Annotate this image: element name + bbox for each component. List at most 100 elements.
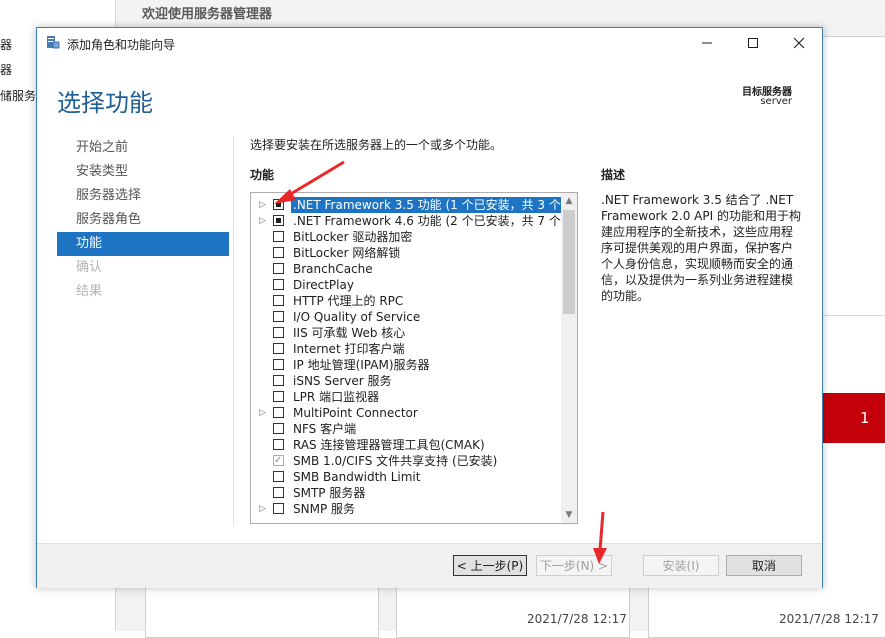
feature-row[interactable]: BitLocker 网络解锁 [251,245,559,261]
feature-checkbox[interactable] [273,439,284,450]
feature-row[interactable]: ▷ SNMP 服务 [251,501,559,517]
nav-step-features[interactable]: 功能 [57,232,229,256]
maximize-icon [748,38,758,48]
feature-checkbox[interactable] [273,343,284,354]
maximize-button[interactable] [730,28,776,58]
feature-label: SMB 1.0/CIFS 文件共享支持 (已安装) [293,454,498,468]
install-button[interactable]: 安装(I) [643,555,719,576]
feature-label: I/O Quality of Service [293,310,421,324]
minimize-button[interactable] [684,28,730,58]
feature-row[interactable]: IP 地址管理(IPAM)服务器 [251,357,559,373]
feature-row[interactable]: BitLocker 驱动器加密 [251,229,559,245]
sidebar-item-3[interactable]: 储服务 [0,87,36,104]
feature-checkbox[interactable] [273,375,284,386]
welcome-title: 欢迎使用服务器管理器 [142,7,273,22]
feature-row[interactable]: IIS 可承载 Web 核心 [251,325,559,341]
features-list[interactable]: ▷ .NET Framework 3.5 功能 (1 个已安装，共 3 个) ▷ .N… [250,192,578,524]
instruction-text: 选择要安装在所选服务器上的一个或多个功能。 [250,138,503,152]
feature-row[interactable]: NFS 客户端 [251,421,559,437]
feature-row[interactable]: SMTP 服务器 [251,485,559,501]
feature-label: HTTP 代理上的 RPC [293,294,404,308]
feature-checkbox[interactable] [273,263,284,274]
feature-label: IP 地址管理(IPAM)服务器 [293,358,430,372]
feature-row[interactable]: I/O Quality of Service [251,309,559,325]
feature-label: BranchCache [293,262,373,276]
expand-arrow-icon[interactable]: ▷ [259,213,269,229]
feature-row[interactable]: HTTP 代理上的 RPC [251,293,559,309]
feature-checkbox[interactable] [273,279,284,290]
feature-checkbox[interactable] [273,503,284,514]
feature-checkbox[interactable] [273,215,284,226]
cancel-button[interactable]: 取消 [726,555,802,576]
close-button[interactable] [776,28,822,58]
feature-row[interactable]: SMB 1.0/CIFS 文件共享支持 (已安装) [251,453,559,469]
nav-step-server-roles[interactable]: 服务器角色 [57,208,229,232]
feature-label: MultiPoint Connector [293,406,418,420]
nav-step-before-you-begin[interactable]: 开始之前 [57,136,229,160]
expand-arrow-icon[interactable]: ▷ [259,405,269,421]
feature-checkbox[interactable] [273,453,284,469]
feature-checkbox[interactable] [273,247,284,258]
page-heading: 选择功能 [57,89,153,117]
feature-row[interactable]: SMB Bandwidth Limit [251,469,559,485]
timestamp: 2021/7/28 12:17 [527,612,627,626]
annotation-arrow-icon [593,511,607,564]
nav-step-server-selection[interactable]: 服务器选择 [57,184,229,208]
feature-label: iSNS Server 服务 [293,374,392,388]
previous-button[interactable]: < 上一步(P) [453,555,527,576]
scroll-down-icon[interactable]: ▼ [561,507,577,523]
feature-checkbox[interactable] [273,295,284,306]
dialog-footer: < 上一步(P) 下一步(N) > 安装(I) 取消 [37,543,822,588]
feature-row[interactable]: ▷ MultiPoint Connector [251,405,559,421]
description-text: .NET Framework 3.5 结合了 .NET Framework 2.… [601,193,801,303]
feature-label: BitLocker 驱动器加密 [293,230,413,244]
alert-count: 1 [860,409,870,427]
feature-checkbox[interactable] [273,231,284,242]
feature-checkbox[interactable] [273,487,284,498]
feature-label: RAS 连接管理器管理工具包(CMAK) [293,438,485,452]
nav-divider [233,136,234,526]
feature-row[interactable]: iSNS Server 服务 [251,373,559,389]
nav-step-results: 结果 [76,284,103,299]
feature-row[interactable]: ▷ .NET Framework 4.6 功能 (2 个已安装，共 7 个) [251,213,566,229]
feature-row[interactable]: BranchCache [251,261,559,277]
sidebar-item-1[interactable]: 器 [0,36,12,53]
feature-label: Internet 打印客户端 [293,342,405,356]
feature-label: BitLocker 网络解锁 [293,246,401,260]
scroll-thumb[interactable] [563,210,575,314]
add-roles-features-wizard: 添加角色和功能向导 选择功能 目标服务器 server 开始之前 安装类型 服务… [36,27,823,588]
feature-checkbox[interactable] [273,471,284,482]
feature-row[interactable]: DirectPlay [251,277,559,293]
features-tree: ▷ .NET Framework 3.5 功能 (1 个已安装，共 3 个) ▷ .N… [251,197,568,517]
annotation-arrow-icon [274,160,345,204]
feature-label: DirectPlay [293,278,354,292]
feature-checkbox[interactable] [273,407,284,418]
minimize-icon [702,42,712,44]
alert-count-badge[interactable]: 1 [822,393,885,443]
nav-step-confirmation: 确认 [76,260,103,275]
nav-step-installation-type[interactable]: 安装类型 [57,160,229,184]
expand-arrow-icon[interactable]: ▷ [259,197,269,213]
welcome-header: 欢迎使用服务器管理器 [116,0,885,25]
feature-row[interactable]: RAS 连接管理器管理工具包(CMAK) [251,437,559,453]
features-scrollbar[interactable]: ▲ ▼ [561,193,577,523]
title-bar[interactable]: 添加角色和功能向导 [37,28,822,58]
target-server-value: server [760,96,792,107]
scroll-up-icon[interactable]: ▲ [561,193,577,209]
feature-checkbox[interactable] [273,423,284,434]
feature-label: IIS 可承载 Web 核心 [293,326,406,340]
expand-arrow-icon[interactable]: ▷ [259,501,269,517]
feature-row[interactable]: Internet 打印客户端 [251,341,559,357]
close-icon [793,37,805,49]
feature-label: SMB Bandwidth Limit [293,470,421,484]
dialog-title: 添加角色和功能向导 [67,38,176,52]
feature-checkbox[interactable] [273,311,284,322]
server-manager-icon [47,36,60,49]
feature-checkbox[interactable] [273,327,284,338]
feature-label: SMTP 服务器 [293,486,366,500]
feature-row[interactable]: LPR 端口监视器 [251,389,559,405]
feature-checkbox[interactable] [273,391,284,402]
timestamp: 2021/7/28 12:17 [779,612,879,626]
sidebar-item-2[interactable]: 器 [0,61,12,78]
feature-checkbox[interactable] [273,359,284,370]
